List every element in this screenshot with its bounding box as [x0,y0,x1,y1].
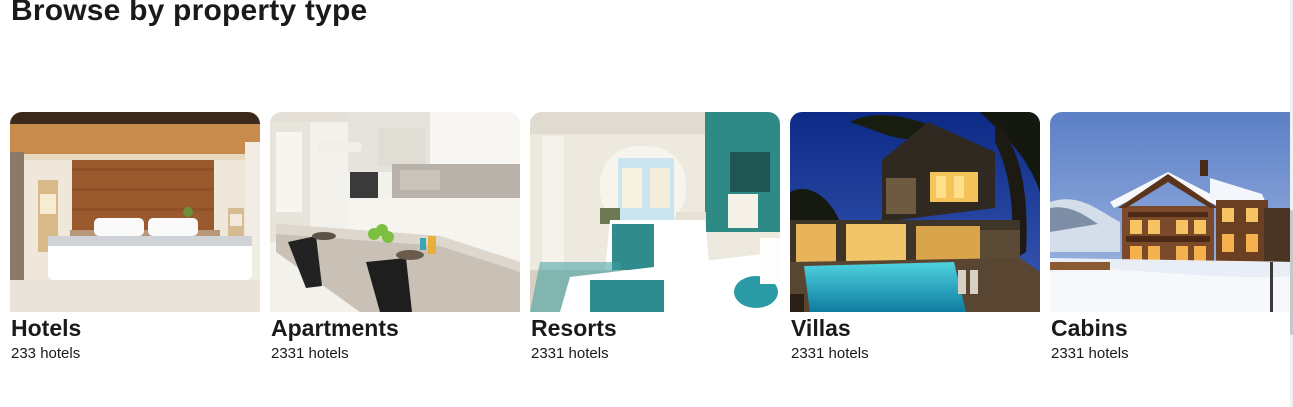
property-type-name[interactable]: Hotels [11,315,81,342]
property-type-count: 2331 hotels [1051,345,1129,362]
resort-room-image[interactable] [530,112,780,312]
property-type-count: 2331 hotels [271,345,349,362]
property-card-apartments[interactable]: Apartments 2331 hotels [270,112,520,372]
property-type-count: 233 hotels [11,345,81,362]
property-card-resorts[interactable]: Resorts 2331 hotels [530,112,780,372]
property-type-name[interactable]: Resorts [531,315,617,342]
section-title: Browse by property type [11,0,368,27]
property-card-cabins[interactable]: Cabins 2331 hotels [1050,112,1290,372]
property-card-hotels[interactable]: Hotels 233 hotels [10,112,260,372]
apartment-kitchen-image[interactable] [270,112,520,312]
property-type-name[interactable]: Villas [791,315,851,342]
property-type-name[interactable]: Apartments [271,315,399,342]
property-type-count: 2331 hotels [791,345,869,362]
hotel-bedroom-image[interactable] [10,112,260,312]
snowy-cabin-image[interactable] [1050,112,1290,312]
villa-pool-image[interactable] [790,112,1040,312]
property-type-name[interactable]: Cabins [1051,315,1128,342]
property-type-count: 2331 hotels [531,345,609,362]
property-type-carousel: Hotels 233 hotels Apartments 2331 hotels… [10,112,1290,372]
property-card-villas[interactable]: Villas 2331 hotels [790,112,1040,372]
